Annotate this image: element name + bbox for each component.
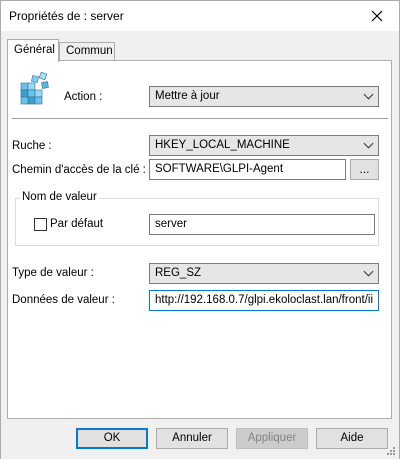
hive-select-value: HKEY_LOCAL_MACHINE: [155, 139, 290, 151]
browse-button[interactable]: ...: [350, 159, 379, 180]
ok-button[interactable]: OK: [76, 428, 148, 449]
cancel-button-label: Annuler: [172, 432, 212, 444]
value-data-input-value: http://192.168.0.7/glpi.ekoloclast.lan/f…: [155, 294, 374, 306]
close-icon: [371, 10, 383, 22]
value-type-select[interactable]: REG_SZ: [149, 263, 379, 284]
value-type-select-value: REG_SZ: [155, 267, 202, 279]
registry-icon: [18, 71, 52, 105]
action-select-value: Mettre à jour: [155, 90, 220, 102]
keypath-input[interactable]: SOFTWARE\GLPI-Agent: [149, 159, 346, 180]
value-data-input[interactable]: http://192.168.0.7/glpi.ekoloclast.lan/f…: [149, 290, 379, 311]
chevron-down-icon: [363, 138, 374, 149]
tab-general[interactable]: Général: [7, 39, 59, 62]
hive-label: Ruche :: [12, 140, 52, 152]
resize-grip-icon[interactable]: [386, 446, 396, 456]
ok-button-label: OK: [103, 432, 121, 444]
tab-general-label: Général: [14, 44, 55, 56]
divider: [12, 118, 388, 119]
ellipsis-icon: ...: [359, 162, 370, 176]
close-button[interactable]: [355, 1, 399, 31]
tab-commun-label: Commun: [66, 45, 113, 57]
keypath-input-value: SOFTWARE\GLPI-Agent: [155, 163, 284, 175]
button-bar: OK Annuler Appliquer Aide: [1, 420, 399, 459]
window-title: Propriétés de : server: [9, 9, 124, 23]
cancel-button[interactable]: Annuler: [156, 428, 228, 449]
chevron-down-icon: [363, 89, 374, 100]
tab-commun[interactable]: Commun: [59, 42, 115, 61]
apply-button[interactable]: Appliquer: [236, 428, 308, 449]
apply-button-label: Appliquer: [247, 432, 297, 444]
action-select[interactable]: Mettre à jour: [149, 86, 379, 107]
hive-select[interactable]: HKEY_LOCAL_MACHINE: [149, 135, 379, 156]
chevron-down-icon: [363, 266, 374, 277]
default-checkbox-label: Par défaut: [50, 218, 104, 230]
help-button[interactable]: Aide: [316, 428, 388, 449]
tab-panel-general: Action : Mettre à jour Ruche : HKEY_LOCA…: [7, 60, 392, 419]
value-type-label: Type de valeur :: [12, 267, 94, 279]
help-button-label: Aide: [340, 432, 364, 444]
default-checkbox[interactable]: [34, 218, 47, 231]
title-bar: Propriétés de : server: [1, 1, 399, 31]
action-label: Action :: [64, 91, 103, 103]
value-data-label: Données de valeur :: [12, 294, 115, 306]
value-name-input[interactable]: server: [149, 214, 375, 235]
properties-dialog: Propriétés de : server Général Commun Ac…: [0, 0, 400, 459]
keypath-label: Chemin d'accès de la clé :: [12, 164, 146, 176]
value-name-input-value: server: [155, 218, 187, 230]
value-name-group-title: Nom de valeur: [20, 191, 99, 203]
